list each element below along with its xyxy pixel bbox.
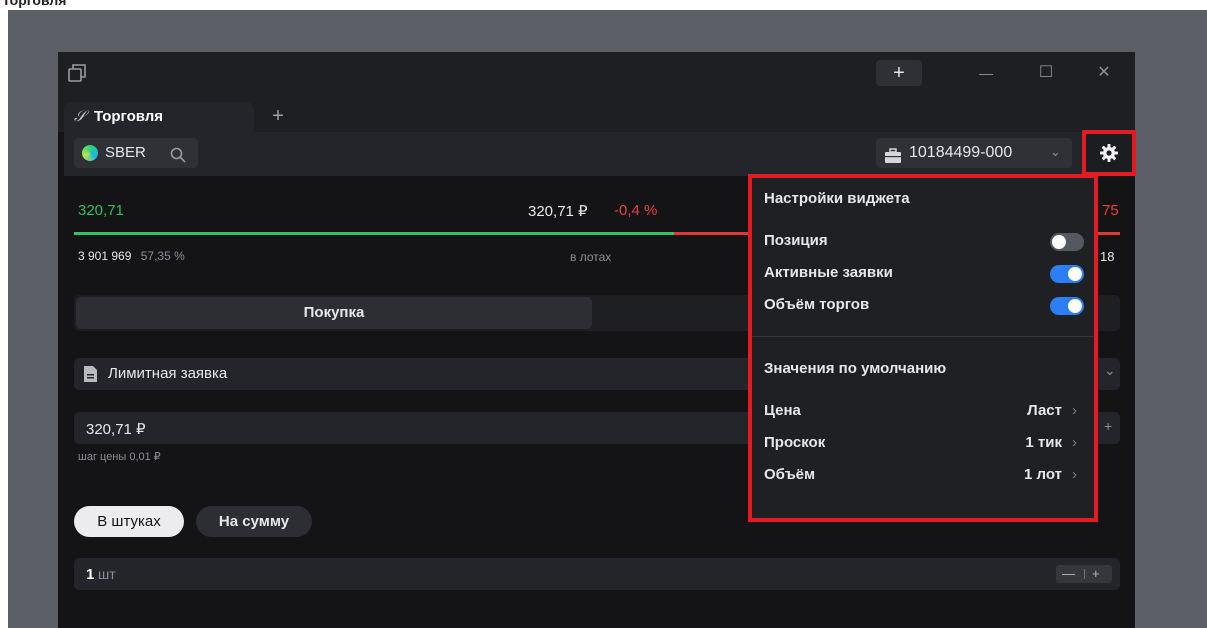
window-icon[interactable] — [68, 64, 86, 82]
account-number: 10184499-000 — [909, 144, 1013, 161]
sell-volume: 18 — [1100, 249, 1115, 264]
settings-title: Настройки виджета — [764, 190, 910, 207]
chevron-right-icon: › — [1072, 402, 1077, 419]
price-value: 320,71 ₽ — [86, 421, 146, 438]
window-titlebar: + — ☐ ✕ — [58, 52, 1135, 96]
cut-off-heading: Торговля — [2, 0, 67, 8]
toggle-active-orders[interactable] — [1050, 265, 1084, 283]
mode-pieces-button[interactable]: В штуках — [74, 506, 184, 537]
default-label-volume: Объём — [764, 466, 816, 483]
buy-volume-value: 3 901 969 — [78, 249, 132, 263]
link-icon: 𝒮 — [74, 108, 86, 125]
order-type-label: Лимитная заявка — [108, 365, 228, 382]
toggle-label-active-orders: Активные заявки — [764, 264, 893, 281]
minimize-button[interactable]: — — [966, 60, 1006, 86]
default-value-price[interactable]: Ласт — [972, 402, 1062, 419]
document-icon — [84, 366, 97, 387]
toggle-label-trade-volume: Объём торгов — [764, 296, 870, 313]
page-top-strip: Торговля — [0, 0, 1207, 10]
briefcase-icon — [884, 145, 902, 173]
tab-trading-label: Торговля — [94, 108, 164, 125]
maximize-button[interactable]: ☐ — [1026, 60, 1066, 86]
stepper-divider — [1084, 569, 1085, 579]
ask-price: 75 — [1102, 202, 1119, 219]
buy-volume: 3 901 969 57,35 % — [78, 249, 185, 263]
quantity-input[interactable]: 1 шт — + — [74, 558, 1120, 590]
tab-trading[interactable]: 𝒮 Торговля — [64, 102, 254, 132]
price-stepper-icon[interactable]: + — [1104, 418, 1112, 434]
default-value-volume[interactable]: 1 лот — [972, 466, 1062, 483]
last-price: 320,71 ₽ — [528, 203, 588, 220]
instrument-selector[interactable]: SBER — [74, 138, 198, 168]
chevron-down-icon: ⌄ — [1050, 144, 1061, 159]
toggle-knob — [1052, 235, 1066, 249]
lots-label: в лотах — [570, 250, 612, 264]
quantity-plus-button[interactable]: + — [1092, 565, 1100, 583]
widget-settings-button[interactable] — [1082, 130, 1136, 176]
defaults-title: Значения по умолчанию — [764, 360, 947, 377]
buy-volume-bar — [74, 232, 674, 235]
ticker-label: SBER — [105, 144, 146, 161]
price-change: -0,4 % — [614, 202, 658, 219]
quantity-minus-button[interactable]: — — [1062, 565, 1075, 583]
toggle-trade-volume[interactable] — [1050, 297, 1084, 315]
toggle-label-position: Позиция — [764, 232, 828, 249]
default-label-price: Цена — [764, 402, 801, 419]
quantity-unit: шт — [98, 566, 116, 582]
widget-settings-popup: Настройки виджета Позиция Активные заявк… — [748, 174, 1098, 522]
buy-volume-percent: 57,35 % — [140, 249, 185, 263]
chevron-right-icon: › — [1072, 466, 1077, 483]
new-widget-button[interactable]: + — [876, 60, 922, 86]
price-step-hint: шаг цены 0,01 ₽ — [78, 451, 161, 463]
buy-button[interactable]: Покупка — [76, 297, 592, 329]
bid-price: 320,71 — [78, 202, 124, 219]
order-type-chevron-icon: ⌄ — [1104, 362, 1116, 378]
quantity-stepper: — + — [1056, 565, 1112, 583]
default-label-slippage: Проскок — [764, 434, 826, 451]
close-button[interactable]: ✕ — [1084, 60, 1124, 86]
gear-icon[interactable] — [1100, 144, 1118, 167]
settings-divider — [752, 336, 1094, 337]
quantity-number: 1 — [86, 566, 95, 583]
default-value-slippage[interactable]: 1 тик — [972, 434, 1062, 451]
search-icon[interactable] — [170, 144, 186, 172]
add-tab-button[interactable]: + — [266, 104, 290, 128]
toggle-knob — [1068, 267, 1082, 281]
chevron-right-icon: › — [1072, 434, 1077, 451]
sber-logo-icon — [82, 145, 98, 161]
account-selector[interactable]: 10184499-000 ⌄ — [876, 138, 1072, 168]
mode-sum-button[interactable]: На сумму — [196, 506, 312, 537]
toggle-knob — [1068, 299, 1082, 313]
toggle-position[interactable] — [1050, 233, 1084, 251]
